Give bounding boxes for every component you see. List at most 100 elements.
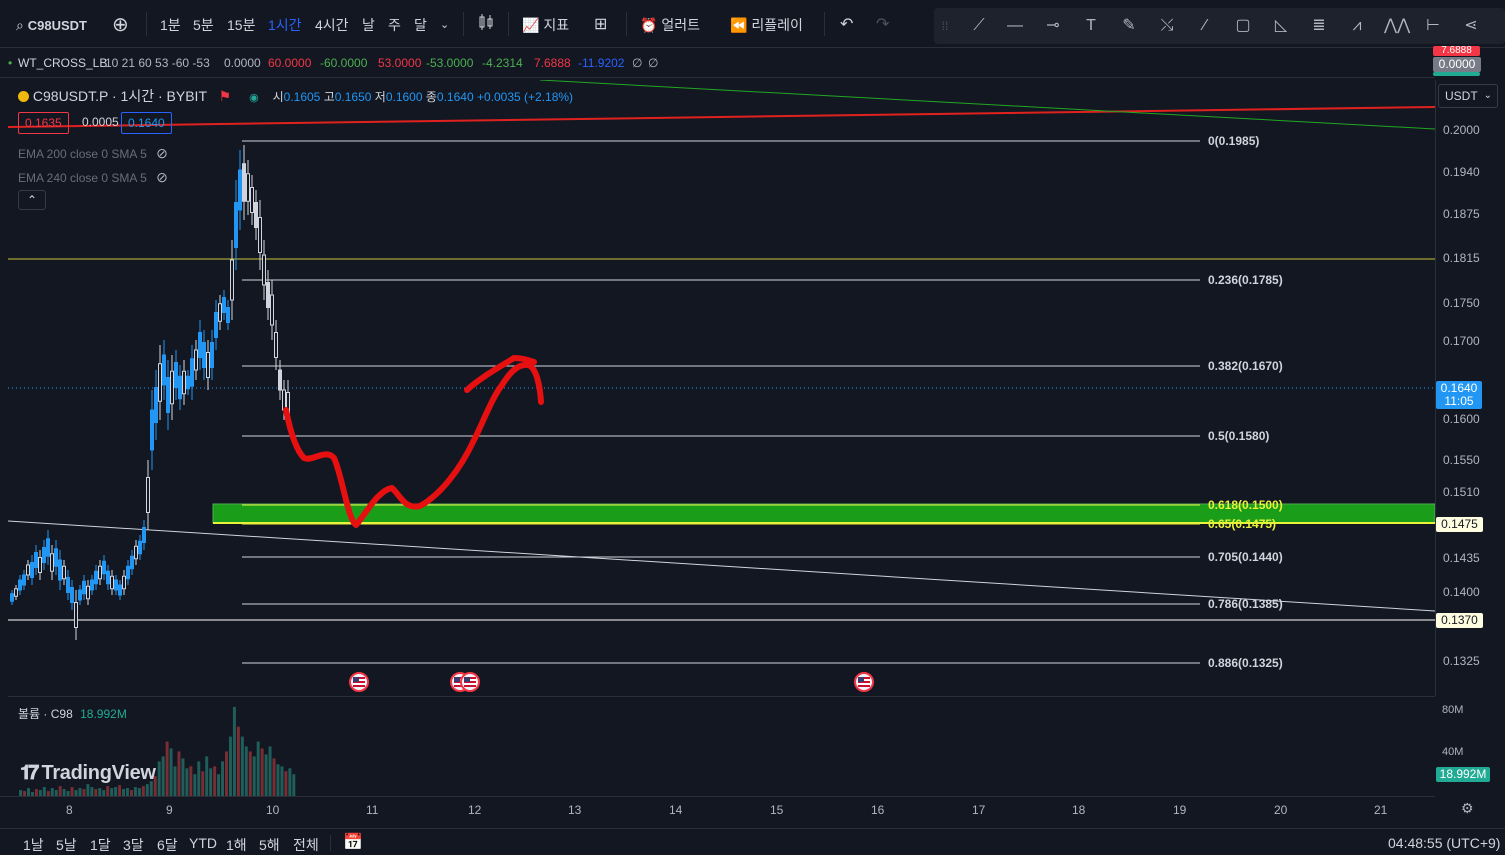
redo-icon[interactable]: ↷	[876, 12, 889, 38]
timeframe-day[interactable]: 날	[362, 12, 375, 38]
price-axis-label: 0.1435	[1443, 551, 1480, 565]
hidden-eye-icon[interactable]: ⊘	[156, 169, 168, 185]
rectangle-icon[interactable]: ▢	[1232, 16, 1254, 36]
trend-line-icon[interactable]: ⟋	[968, 16, 990, 36]
volume-legend[interactable]: 볼륨 · C98 18.992M	[18, 705, 127, 722]
settings-gear-icon[interactable]: ⚙	[1461, 800, 1474, 817]
hidden-eye-icon[interactable]: ⊘	[156, 145, 168, 161]
candle-body	[266, 282, 270, 308]
timeframe-5m[interactable]: 5분	[193, 12, 214, 38]
timeframe-1m[interactable]: 1분	[160, 12, 181, 38]
horizontal-ray-icon[interactable]: —	[1004, 16, 1026, 36]
candle-body	[246, 173, 250, 202]
volume-bar	[288, 768, 292, 796]
volume-bar	[27, 788, 30, 796]
candle-body	[214, 312, 218, 338]
symbol-search[interactable]: ⌕ C98USDT	[16, 12, 87, 38]
share-icon[interactable]: ⋖	[1460, 16, 1482, 36]
market-status-icon[interactable]: ◉	[249, 92, 259, 104]
indicators-button[interactable]: 📈 지표	[522, 12, 569, 38]
candle-body	[10, 593, 14, 602]
buy-price-box[interactable]: 0.1640	[121, 112, 172, 134]
price-axis-label: 0.1550	[1443, 453, 1480, 467]
triangle-icon[interactable]: ◺	[1270, 16, 1292, 36]
indicator-name[interactable]: WT_CROSS_LB	[18, 56, 107, 70]
us-flag-event-icon[interactable]	[460, 672, 480, 692]
pattern-icon[interactable]: ⩘	[1346, 16, 1368, 36]
chevron-down-icon[interactable]: ⌄	[440, 12, 449, 38]
calendar-icon[interactable]: 📅	[343, 832, 363, 852]
indicator-tag-grey: 0.0000	[1433, 57, 1481, 72]
green-trendline[interactable]	[539, 80, 1435, 130]
time-axis[interactable]: 8 9 10 11 12 13 14 15 16 17 18 19 20 21	[0, 796, 1435, 822]
range-button[interactable]: 3달	[123, 835, 144, 855]
replay-button[interactable]: ⏪ 리플레이	[730, 12, 803, 38]
brush-icon[interactable]: ✎	[1118, 16, 1140, 36]
currency-select[interactable]: USDT ⌄	[1438, 84, 1498, 108]
volume-bar	[70, 787, 74, 796]
alert-button[interactable]: ⏰ 얼러트	[640, 12, 700, 38]
ema-200-label[interactable]: EMA 200 close 0 SMA 5 ⊘	[18, 145, 168, 162]
chart-title[interactable]: C98USDT.P · 1시간 · BYBIT	[33, 88, 207, 104]
hand-drawn-arrow[interactable]	[283, 361, 544, 528]
volume-bar	[161, 756, 165, 796]
range-button[interactable]: 1날	[23, 835, 44, 855]
timeframe-week[interactable]: 주	[388, 12, 401, 38]
range-button[interactable]: 6달	[157, 835, 178, 855]
fib-retracement[interactable]	[242, 140, 1200, 664]
us-flag-event-icon[interactable]	[349, 672, 369, 692]
elliott-wave-icon[interactable]: ⋀⋀	[1384, 16, 1410, 36]
candle-body	[210, 342, 214, 368]
text-tool-icon[interactable]: T	[1080, 16, 1102, 36]
ray-icon[interactable]: ⁄	[1194, 16, 1216, 36]
time-axis-label: 16	[871, 803, 885, 817]
candle-body	[42, 547, 46, 563]
collapse-legend-button[interactable]: ⌃	[18, 190, 46, 210]
undo-icon[interactable]: ↶	[840, 12, 853, 38]
volume-axis-40m: 40M	[1442, 746, 1464, 758]
timeframe-1h[interactable]: 1시간	[268, 12, 302, 38]
timeframe-month[interactable]: 달	[414, 12, 427, 38]
timeframe-15m[interactable]: 15분	[227, 12, 255, 38]
us-flag-event-icon[interactable]	[854, 672, 874, 692]
range-button[interactable]: 1달	[90, 835, 111, 855]
tradingview-logo[interactable]: 𝟏𝟕 TradingView	[20, 762, 156, 785]
flag-marker-icon[interactable]: ⚑	[219, 88, 232, 104]
range-button[interactable]: 전체	[293, 835, 319, 855]
volume-bar	[177, 751, 181, 796]
candle-type-button[interactable]	[476, 12, 496, 38]
indicator-tag-red: 7.6888	[1433, 46, 1480, 56]
path-icon[interactable]: ⤯	[1156, 16, 1178, 36]
volume-bar	[90, 787, 94, 796]
sell-price-box[interactable]: 0.1635	[18, 112, 69, 134]
volume-axis-80m: 80M	[1442, 704, 1464, 716]
prediction-icon[interactable]: ⊢	[1422, 16, 1444, 36]
candle-body	[54, 548, 58, 567]
fib-retracement-icon[interactable]: ≣	[1308, 16, 1330, 36]
time-axis-label: 12	[468, 803, 482, 817]
range-button[interactable]: YTD	[189, 835, 217, 851]
candle-body	[274, 332, 278, 358]
indicator-params: 10 21 60 53 -60 -53	[105, 56, 210, 70]
candle-body	[90, 579, 94, 591]
timeframe-4h[interactable]: 4시간	[315, 12, 349, 38]
indicator-tag-green	[1433, 72, 1480, 76]
add-symbol-button[interactable]: ⊕	[112, 12, 129, 38]
layout-grid-icon[interactable]: ⊞	[594, 12, 607, 38]
ema-240-label[interactable]: EMA 240 close 0 SMA 5 ⊘	[18, 169, 168, 186]
horizontal-line-icon[interactable]: ⊸	[1042, 16, 1064, 36]
search-icon: ⌕	[16, 17, 24, 33]
candle-body	[154, 387, 158, 423]
toolbar-divider	[508, 12, 509, 36]
volume-pane[interactable]	[8, 696, 1435, 796]
clock-display[interactable]: 04:48:55 (UTC+9)	[1388, 835, 1500, 851]
bar-countdown: 11:05	[1444, 394, 1474, 408]
volume-bar	[165, 741, 169, 796]
drag-handle-icon[interactable]: ⁞⁞	[934, 16, 956, 36]
range-button[interactable]: 5날	[56, 835, 77, 855]
fib-level-label: 0(0.1985)	[1208, 134, 1260, 148]
candle-body	[234, 202, 238, 248]
range-button[interactable]: 1해	[226, 835, 247, 855]
range-button[interactable]: 5해	[259, 835, 280, 855]
candle-body	[174, 362, 178, 388]
